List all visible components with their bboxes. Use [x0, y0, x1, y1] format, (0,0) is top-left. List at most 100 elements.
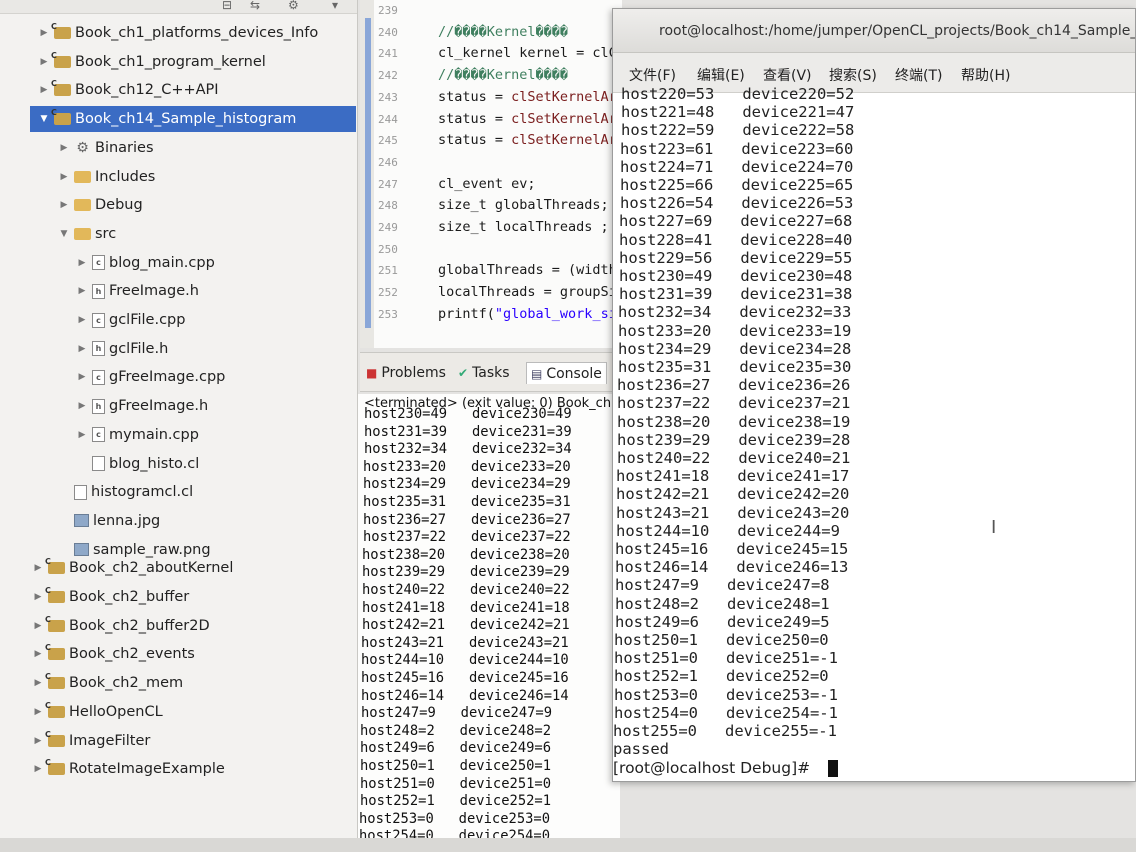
tree-item-label: Binaries: [95, 139, 154, 156]
terminal-line: host243=21 device243=20: [616, 503, 850, 522]
tree-item[interactable]: ▶ Book_ch2_buffer2D: [32, 613, 210, 639]
tree-item[interactable]: ▶ c mymain.cpp: [76, 422, 199, 448]
chevron-down-icon[interactable]: ▼: [38, 114, 50, 124]
menu-view[interactable]: 查看(V): [763, 65, 812, 85]
chevron-right-icon[interactable]: ▶: [32, 563, 44, 573]
tree-item[interactable]: ▶ HelloOpenCL: [32, 699, 163, 725]
terminal-titlebar[interactable]: root@localhost:/home/jumper/OpenCL_proje…: [613, 9, 1135, 53]
code-token-function: clSetKernelAr: [511, 88, 617, 105]
tree-item[interactable]: blog_histo.cl: [76, 451, 199, 477]
tree-item[interactable]: lenna.jpg: [58, 508, 160, 534]
tab-tasks[interactable]: ✔ Tasks: [458, 362, 510, 384]
tree-item[interactable]: ▶ RotateImageExample: [32, 756, 225, 782]
chevron-right-icon[interactable]: ▶: [38, 85, 50, 95]
tree-item[interactable]: ▶ Debug: [58, 192, 143, 218]
terminal-prompt[interactable]: [root@localhost Debug]#: [613, 759, 815, 777]
menu-edit[interactable]: 编辑(E): [697, 65, 745, 85]
chevron-right-icon[interactable]: ▶: [76, 430, 88, 440]
tree-item[interactable]: ▶ c gFreeImage.cpp: [76, 364, 226, 390]
tree-item[interactable]: ▶ Book_ch2_mem: [32, 670, 184, 696]
line-number: 244: [378, 112, 398, 126]
terminal-line: host240=22 device240=21: [617, 449, 851, 467]
tab-problems[interactable]: ■ Problems: [366, 362, 446, 384]
tree-item-label: ImageFilter: [69, 732, 151, 749]
tree-item[interactable]: ▶ Book_ch2_events: [32, 641, 195, 667]
code-editor[interactable]: 239 240 //����Kernel���� 241 cl_kernel kerne…: [360, 0, 622, 348]
terminal-line: host250=1 device250=0: [614, 631, 829, 649]
project-icon: [45, 730, 65, 747]
chevron-right-icon[interactable]: ▶: [32, 736, 44, 746]
tree-item[interactable]: ▶ Book_ch1_program_kernel: [38, 49, 266, 75]
chevron-down-icon[interactable]: ▼: [58, 229, 70, 239]
chevron-right-icon[interactable]: ▶: [76, 401, 88, 411]
chevron-right-icon[interactable]: ▶: [76, 344, 88, 354]
chevron-right-icon[interactable]: ▶: [76, 258, 88, 268]
tree-item[interactable]: ▶ Book_ch2_aboutKernel: [32, 555, 234, 581]
tree-item[interactable]: ▶ ⚙ Binaries: [58, 135, 154, 161]
line-number: 240: [378, 25, 398, 39]
menu-file[interactable]: 文件(F): [629, 65, 676, 85]
chevron-right-icon[interactable]: ▶: [32, 621, 44, 631]
tree-item-label: histogramcl.cl: [91, 484, 194, 501]
chevron-right-icon[interactable]: ▶: [58, 143, 70, 153]
chevron-right-icon[interactable]: ▶: [32, 764, 44, 774]
console-icon: ▤: [531, 366, 543, 381]
terminal-line: host226=54 device226=53: [620, 194, 854, 213]
settings-icon[interactable]: ⚙: [288, 0, 299, 12]
tree-item[interactable]: histogramcl.cl: [58, 479, 193, 505]
terminal-line: passed: [613, 740, 669, 759]
tree-item-label: Book_ch2_buffer2D: [69, 617, 210, 634]
tree-item[interactable]: ▶ h gFreeImage.h: [76, 393, 209, 419]
terminal-line: host223=61 device223=60: [620, 139, 854, 158]
console-output[interactable]: <terminated> (exit value: 0) Book_ch1 ho…: [358, 394, 620, 852]
console-line: host242=21 device242=21: [362, 617, 570, 634]
terminal-line: host220=53 device220=52: [621, 85, 855, 103]
chevron-right-icon[interactable]: ▶: [32, 592, 44, 602]
chevron-right-icon[interactable]: ▶: [58, 172, 70, 182]
tree-item[interactable]: ▼ src: [58, 221, 117, 247]
chevron-right-icon[interactable]: ▶: [38, 28, 50, 38]
tree-item[interactable]: ▶ h gclFile.h: [76, 336, 169, 362]
terminal-window[interactable]: root@localhost:/home/jumper/OpenCL_proje…: [612, 8, 1136, 782]
project-icon: [45, 586, 65, 603]
project-explorer: ⊟ ⇆ ⚙ ▾ ▶ Book_ch1_platforms_devices_Info…: [0, 0, 358, 852]
code-line: globalThreads = (width: [438, 262, 617, 279]
view-menu-icon[interactable]: ▾: [332, 0, 338, 12]
code-token-function: clSetKernelAr: [511, 110, 617, 127]
header-file-icon: h: [92, 283, 105, 299]
bottom-view-tabs: ■ Problems ✔ Tasks ▤ Console: [360, 352, 622, 392]
chevron-right-icon[interactable]: ▶: [58, 200, 70, 210]
terminal-line: host252=1 device252=0: [614, 667, 829, 686]
tree-item-label: Book_ch14_Sample_histogram: [75, 111, 297, 128]
line-number: 251: [378, 264, 398, 278]
tree-item[interactable]: ▶ Book_ch2_buffer: [32, 584, 190, 610]
collapse-all-icon[interactable]: ⊟: [222, 0, 232, 12]
tab-console[interactable]: ▤ Console: [526, 362, 607, 384]
chevron-right-icon[interactable]: ▶: [32, 649, 44, 659]
tree-item[interactable]: ▶ c gclFile.cpp: [76, 307, 186, 333]
chevron-right-icon[interactable]: ▶: [76, 372, 88, 382]
tree-item-label: gclFile.h: [109, 340, 169, 357]
tree-item[interactable]: ▶ Book_ch1_platforms_devices_Info: [38, 20, 319, 46]
tree-item[interactable]: ▶ h FreeImage.h: [76, 278, 199, 304]
chevron-right-icon[interactable]: ▶: [76, 315, 88, 325]
tree-item[interactable]: ▶ c blog_main.cpp: [76, 250, 215, 276]
chevron-right-icon[interactable]: ▶: [32, 678, 44, 688]
console-line: host231=39 device231=39: [364, 423, 572, 440]
tree-item[interactable]: ▼ Book_ch14_Sample_histogram: [30, 106, 356, 133]
menu-help[interactable]: 帮助(H): [961, 65, 1010, 85]
menu-search[interactable]: 搜索(S): [829, 65, 877, 85]
console-line: host238=20 device238=20: [362, 546, 570, 563]
chevron-right-icon[interactable]: ▶: [32, 707, 44, 717]
tree-item[interactable]: ▶ Book_ch12_C++API: [38, 77, 219, 103]
code-token-function: clSetKernelAr: [511, 132, 617, 149]
menu-terminal[interactable]: 终端(T): [895, 65, 942, 85]
chevron-right-icon[interactable]: ▶: [76, 286, 88, 296]
source-file-icon: c: [92, 255, 105, 271]
tree-item[interactable]: ▶ Includes: [58, 164, 156, 190]
source-file-icon: c: [92, 369, 105, 385]
terminal-line: host255=0 device255=-1: [613, 722, 837, 740]
tree-item[interactable]: ▶ ImageFilter: [32, 728, 151, 754]
chevron-right-icon[interactable]: ▶: [38, 57, 50, 67]
link-editor-icon[interactable]: ⇆: [250, 0, 260, 12]
